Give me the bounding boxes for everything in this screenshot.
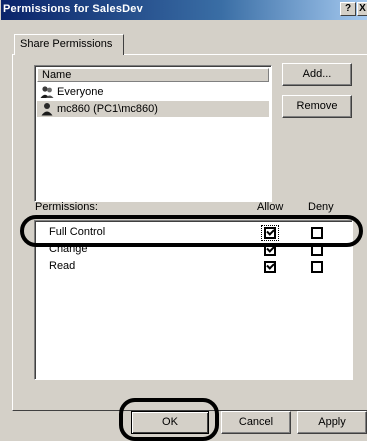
permissions-label: Permissions: [35,201,98,213]
add-button[interactable]: Add... [282,63,352,86]
permissions-dialog: Permissions for SalesDev ? X Share Permi… [0,0,367,441]
tab-share-permissions[interactable]: Share Permissions [14,34,124,55]
cancel-button[interactable]: Cancel [221,411,291,434]
list-item-label: Everyone [57,86,104,98]
close-button[interactable]: X [357,2,367,16]
list-item-label: mc860 (PC1\mc860) [57,103,158,115]
user-icon [41,103,53,116]
names-column-header[interactable]: Name [37,68,269,82]
tab-label: Share Permissions [20,38,113,50]
names-header-label: Name [42,69,72,81]
list-item-everyone[interactable]: Everyone [37,84,269,100]
read-deny-checkbox[interactable] [311,261,323,273]
help-button[interactable]: ? [340,2,356,16]
title-bar[interactable]: Permissions for SalesDev ? X [1,0,367,20]
apply-button[interactable]: Apply [297,411,367,434]
permission-row-read: Read [35,259,354,275]
group-icon [40,86,54,98]
highlight-ok-callout [119,398,219,441]
window-title: Permissions for SalesDev [3,3,143,15]
permission-name: Read [49,260,76,272]
highlight-full-control-callout [20,215,363,247]
deny-column-header: Deny [308,201,334,213]
names-list[interactable]: Name Everyone mc860 (PC1\mc860) [34,65,272,202]
allow-column-header: Allow [257,201,284,213]
list-item-mc860[interactable]: mc860 (PC1\mc860) [37,101,269,117]
remove-button[interactable]: Remove [282,95,352,118]
read-allow-checkbox[interactable] [264,261,276,273]
